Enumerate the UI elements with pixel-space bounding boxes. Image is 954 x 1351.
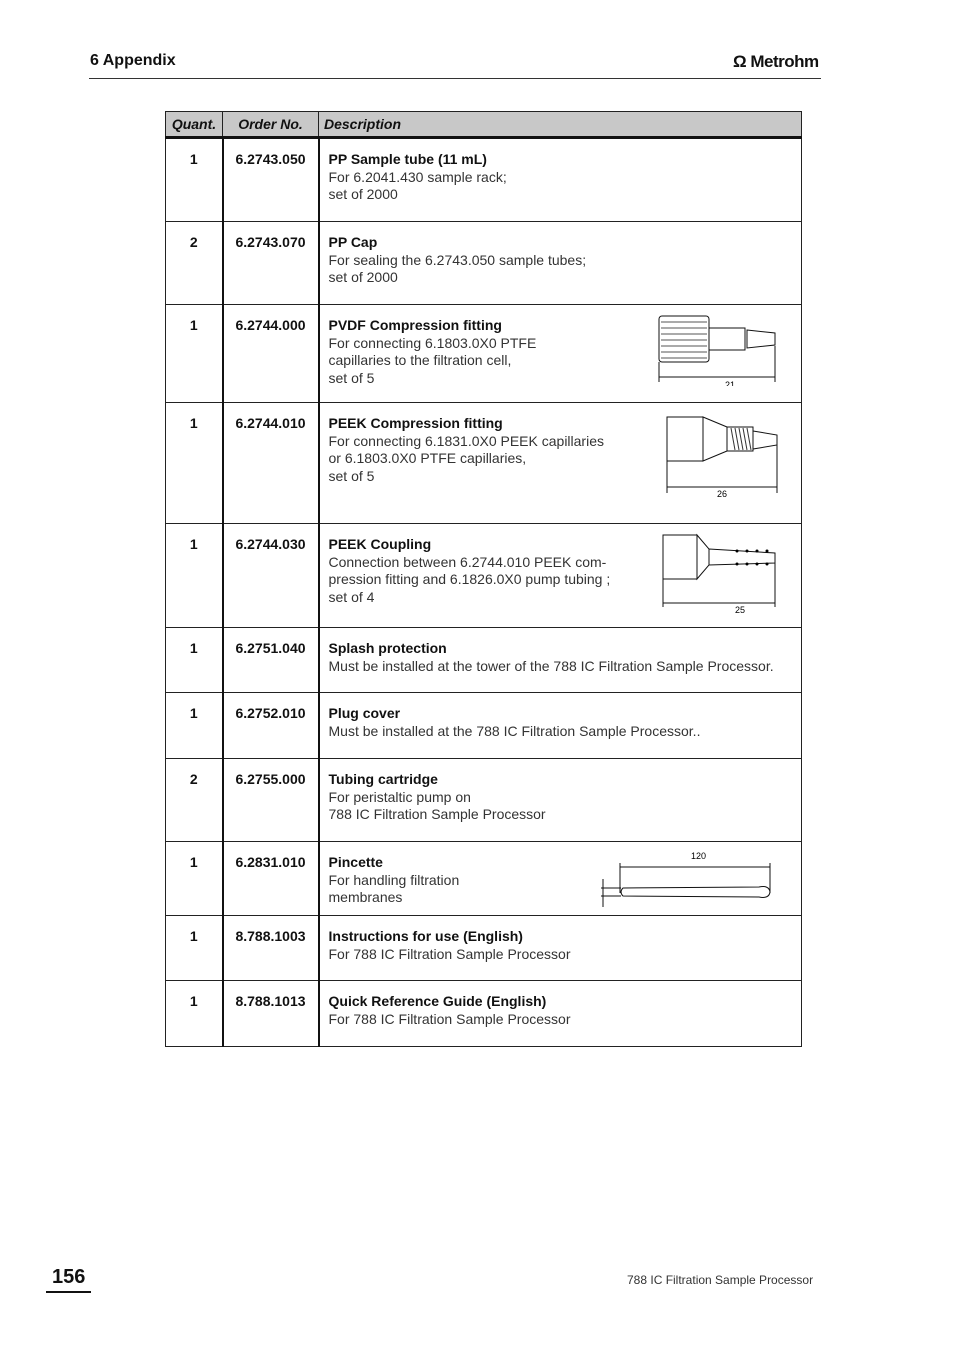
quantity: 2 (165, 221, 224, 305)
table-row: 2 6.2755.000 Tubing cartridge For peristalt… (165, 758, 802, 842)
quantity: 1 (165, 692, 224, 759)
part-title: Plug cover (328, 705, 401, 721)
description: Quick Reference Guide (English) For 788 I… (318, 980, 802, 1047)
description-line: Must be installed at the 788 IC Filtrati… (328, 722, 701, 739)
description: Pincette For handling filtration membranes… (318, 841, 802, 916)
description-line: For 788 IC Filtration Sample Processor (328, 1010, 571, 1027)
header-divider (89, 78, 821, 79)
table-row: 1 6.2751.040 Splash protection Must be inst… (165, 627, 802, 693)
part-title: Instructions for use (English) (328, 928, 523, 944)
table-row: 1 8.788.1013 Quick Reference Guide (Englis… (165, 980, 802, 1047)
description-line: For sealing the 6.2743.050 sample tubes; (328, 251, 587, 268)
description-line: For peristaltic pump on (328, 788, 471, 805)
order-number: 6.2744.000 (222, 304, 320, 403)
part-drawing: 21 (657, 314, 779, 391)
description-line: For 788 IC Filtration Sample Processor (328, 945, 571, 962)
dimension-label: 120 (691, 851, 706, 861)
pvdf-fitting-drawing: 21 (658, 315, 776, 390)
pincette-drawing: 1209 (592, 851, 771, 907)
dimension-label: 21 (725, 380, 735, 386)
part-title: PEEK Compression fitting (328, 415, 503, 431)
order-number: 6.2831.010 (222, 841, 320, 916)
description-line: 788 IC Filtration Sample Processor (328, 806, 546, 822)
table-row: 1 6.2744.030 PEEK Coupling Connection betwe… (165, 523, 802, 628)
quantity: 1 (165, 627, 224, 693)
dimension-label: 26 (717, 489, 727, 497)
part-title: PEEK Coupling (328, 536, 432, 552)
part-drawing: 25 (661, 533, 779, 620)
quantity: 1 (165, 980, 224, 1047)
peek-fitting-drawing: 26 (666, 416, 778, 499)
quantity: 2 (165, 758, 224, 842)
table-row: 2 6.2743.070 PP Cap For sealing the 6.2743.… (165, 221, 802, 305)
description-line: For 6.2041.430 sample rack; (328, 168, 507, 185)
description-line: set of 2000 (328, 186, 398, 202)
part-title: PP Cap (328, 234, 378, 250)
quantity: 1 (165, 137, 224, 222)
table-row: 1 6.2831.010 Pincette For handling filtrati… (165, 841, 802, 916)
dimension-label: 25 (735, 605, 745, 615)
table-row: 1 6.2743.050 PP Sample tube (11 mL) For 6.2… (165, 137, 802, 222)
order-number: 6.2743.070 (222, 221, 320, 305)
quantity: 1 (165, 402, 224, 524)
quantity: 1 (165, 915, 224, 981)
table-row: 1 6.2752.010 Plug cover Must be installed a… (165, 692, 802, 759)
order-number: 8.788.1003 (222, 915, 320, 981)
page-number: 156 (46, 1266, 91, 1293)
description: Tubing cartridge For peristaltic pump on 7… (318, 758, 802, 842)
quantity: 1 (165, 523, 224, 628)
description-line: Must be installed at the tower of the 78… (328, 657, 774, 674)
description: PP Sample tube (11 mL) For 6.2041.430 sam… (318, 137, 802, 222)
description: PEEK Coupling Connection between 6.2744.0… (318, 523, 802, 628)
description: PEEK Compression fitting For connecting 6… (318, 402, 802, 524)
col-description: Description (318, 111, 802, 139)
order-number: 6.2743.050 (222, 137, 320, 222)
part-title: Tubing cartridge (328, 771, 438, 787)
part-drawing: 26 (665, 415, 779, 502)
part-title: Pincette (328, 854, 383, 870)
order-number: 6.2744.010 (222, 402, 320, 524)
order-number: 8.788.1013 (222, 980, 320, 1047)
part-title: PP Sample tube (11 mL) (328, 151, 487, 167)
description: Splash protection Must be installed at th… (318, 627, 802, 693)
col-quant: Quant. (165, 111, 223, 139)
order-number: 6.2752.010 (222, 692, 320, 759)
table-row: 1 6.2744.010 PEEK Compression fitting For c… (165, 402, 802, 524)
quantity: 1 (165, 841, 224, 916)
description: Plug cover Must be installed at the 788 I… (318, 692, 802, 759)
peek-coupling-drawing: 25 (662, 533, 776, 615)
table-row: 1 6.2744.000 PVDF Compression fitting For c… (165, 304, 802, 403)
quantity: 1 (165, 304, 224, 403)
col-order: Order No. (222, 111, 319, 139)
description: PVDF Compression fitting For connecting 6… (318, 304, 802, 403)
part-title: Splash protection (328, 640, 447, 656)
section-header: 6 Appendix (90, 52, 176, 69)
description: Instructions for use (English) For 788 IC… (318, 915, 802, 981)
description-line: set of 2000 (328, 269, 398, 285)
footer-title: 788 IC Filtration Sample Processor (627, 1273, 814, 1287)
description: PP Cap For sealing the 6.2743.050 sample … (318, 221, 802, 305)
part-title: Quick Reference Guide (English) (328, 993, 547, 1009)
metrohm-logo: Ω Metrohm (733, 52, 819, 71)
parts-table: Quant. Order No. Description 1 6.2743.050… (165, 111, 802, 1047)
order-number: 6.2751.040 (222, 627, 320, 693)
order-number: 6.2755.000 (222, 758, 320, 842)
part-title: PVDF Compression fitting (328, 317, 502, 333)
order-number: 6.2744.030 (222, 523, 320, 628)
table-row: 1 8.788.1003 Instructions for use (English… (165, 915, 802, 981)
part-drawing: 1209 (592, 849, 779, 920)
